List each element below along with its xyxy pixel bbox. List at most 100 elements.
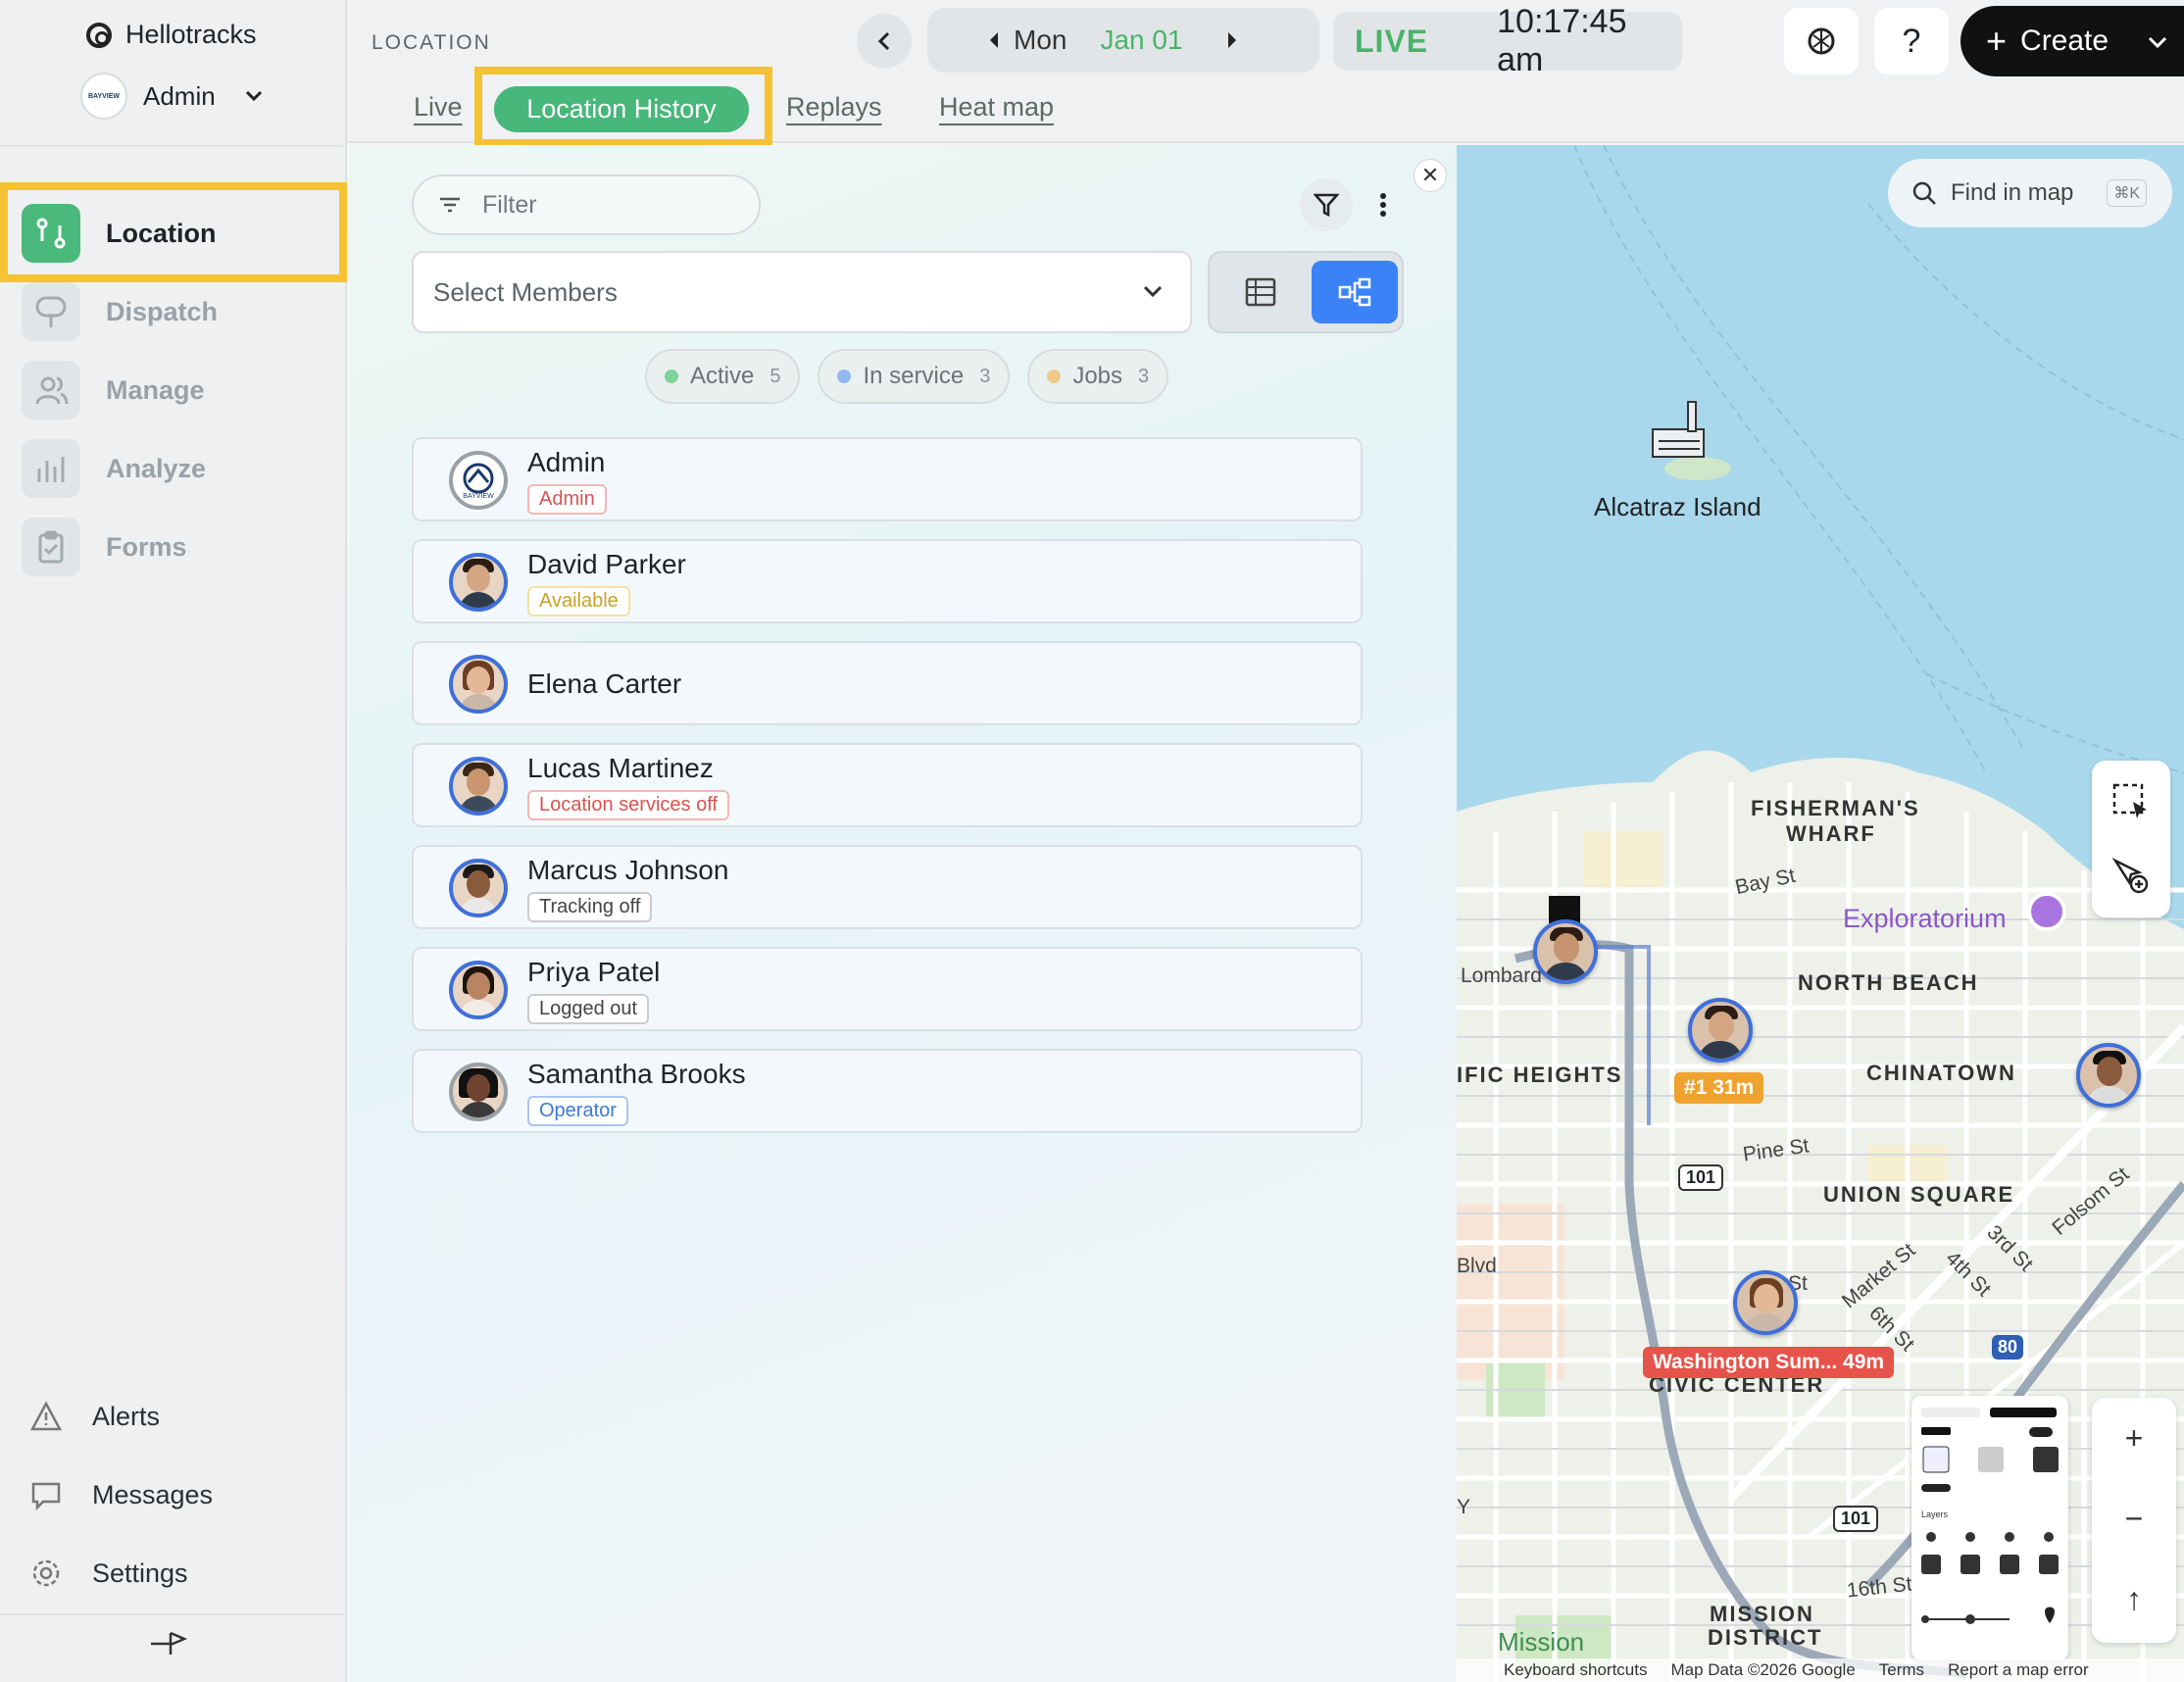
- status-badge: Location services off: [527, 790, 729, 820]
- table-icon: [1245, 277, 1276, 307]
- district-label: WHARF: [1786, 821, 1876, 846]
- hierarchy-icon: [1338, 277, 1371, 307]
- job-tag[interactable]: Washington Sum... 49m: [1643, 1347, 1895, 1378]
- member-row[interactable]: Lucas Martinez Location services off: [412, 743, 1363, 827]
- live-indicator[interactable]: LIVE 10:17:45 am: [1333, 3, 1682, 78]
- member-row[interactable]: David Parker Available: [412, 539, 1363, 623]
- status-dot: [1047, 370, 1062, 383]
- district-label: CHINATOWN: [1866, 1061, 2016, 1085]
- avatar: BAYVIEW: [449, 451, 508, 510]
- date-picker[interactable]: Mon Jan 01: [927, 8, 1319, 73]
- map[interactable]: Alcatraz Island Exploratorium FISHERMAN'…: [1457, 145, 2184, 1682]
- pill-active[interactable]: Active 5: [645, 349, 801, 404]
- pin-sidebar-icon[interactable]: [149, 1629, 188, 1663]
- tab-replays[interactable]: Replays: [786, 92, 882, 123]
- location-history-panel: Filter ✕ Select Members Active 5 In serv…: [349, 145, 1457, 1682]
- add-point-icon[interactable]: [2111, 857, 2151, 901]
- sidebar-item-analyze[interactable]: Analyze: [18, 431, 331, 506]
- ai-assistant-button[interactable]: [1784, 8, 1859, 74]
- member-name: Marcus Johnson: [527, 855, 729, 885]
- pill-label: In service: [863, 363, 965, 389]
- filter-input[interactable]: Filter: [412, 174, 761, 235]
- find-in-map-search[interactable]: Find in map ⌘K: [1888, 159, 2172, 227]
- filter-lines-icon: [440, 197, 460, 213]
- status-badge: Logged out: [527, 994, 650, 1024]
- footer-link[interactable]: Report a map error: [1948, 1660, 2089, 1680]
- pill-in-service[interactable]: In service 3: [818, 349, 1011, 404]
- sidebar-item-settings[interactable]: Settings: [29, 1557, 188, 1590]
- prev-day-icon[interactable]: [988, 25, 1000, 56]
- more-options-button[interactable]: [1357, 178, 1410, 231]
- tab-location-history[interactable]: Location History: [494, 86, 749, 132]
- account-switcher[interactable]: BAYVIEW Admin: [80, 73, 263, 120]
- search-icon: [1912, 181, 1936, 205]
- tab-heat-map[interactable]: Heat map: [939, 92, 1054, 123]
- member-name: Samantha Brooks: [527, 1059, 746, 1089]
- date-value: Jan 01: [1100, 25, 1183, 55]
- create-button[interactable]: + Create: [1961, 6, 2184, 76]
- divider: [0, 145, 343, 147]
- help-button[interactable]: ?: [1874, 8, 1949, 74]
- member-row[interactable]: Samantha Brooks Operator: [412, 1049, 1363, 1133]
- member-map-pin[interactable]: [1688, 998, 1753, 1063]
- clipboard-icon: [22, 518, 80, 576]
- member-map-pin[interactable]: [2076, 1043, 2141, 1108]
- prev-period-button[interactable]: [857, 14, 912, 69]
- sidebar-item-dispatch[interactable]: Dispatch: [18, 274, 331, 349]
- district-label: DISTRICT: [1708, 1625, 1823, 1650]
- member-map-pin[interactable]: [1533, 919, 1598, 984]
- avatar: [449, 757, 508, 816]
- sidebar-item-label: Analyze: [106, 453, 207, 483]
- museum-icon[interactable]: [2027, 892, 2066, 931]
- footer-link[interactable]: Keyboard shortcuts: [1504, 1660, 1647, 1680]
- tab-live[interactable]: Live: [414, 92, 463, 123]
- highway-shield: 80: [1992, 1335, 2024, 1360]
- account-avatar: BAYVIEW: [80, 73, 127, 120]
- zoom-out-button[interactable]: −: [2092, 1478, 2176, 1558]
- sidebar-item-location[interactable]: Location: [18, 196, 331, 271]
- member-name: Admin: [527, 447, 606, 477]
- street-label: Lombard: [1461, 965, 1542, 987]
- divider: [0, 1613, 343, 1615]
- more-vertical-icon: [1380, 193, 1386, 217]
- pill-jobs[interactable]: Jobs 3: [1027, 349, 1169, 404]
- next-day-icon[interactable]: [1226, 25, 1238, 56]
- member-map-pin[interactable]: [1733, 1270, 1798, 1335]
- street-label: Blvd: [1457, 1255, 1497, 1277]
- sidebar-item-label: Forms: [106, 531, 187, 562]
- district-label: MISSION: [1710, 1602, 1814, 1626]
- sidebar-item-forms[interactable]: Forms: [18, 510, 331, 584]
- select-members-dropdown[interactable]: Select Members: [412, 251, 1192, 333]
- job-tag[interactable]: #1 31m: [1674, 1072, 1764, 1104]
- footer-link[interactable]: Terms: [1879, 1660, 1924, 1680]
- table-view-button[interactable]: [1217, 261, 1304, 323]
- sidebar-item-alerts[interactable]: Alerts: [29, 1400, 160, 1433]
- member-row[interactable]: Marcus Johnson Tracking off: [412, 845, 1363, 929]
- area-select-icon[interactable]: [2111, 782, 2151, 826]
- sidebar-item-label: Dispatch: [106, 296, 219, 326]
- close-panel-button[interactable]: ✕: [1414, 159, 1447, 192]
- avatar: [449, 961, 508, 1019]
- member-row[interactable]: Priya Patel Logged out: [412, 947, 1363, 1031]
- section-title: LOCATION: [372, 31, 491, 54]
- member-row[interactable]: BAYVIEW Admin Admin: [412, 437, 1363, 521]
- pill-count: 5: [769, 365, 781, 387]
- member-row[interactable]: Elena Carter: [412, 641, 1363, 725]
- district-label: NORTH BEACH: [1798, 970, 1979, 995]
- brand: Hellotracks: [86, 20, 257, 50]
- warning-icon: [29, 1401, 63, 1431]
- sidebar-item-manage[interactable]: Manage: [18, 353, 331, 427]
- sidebar-item-label: Alerts: [92, 1401, 161, 1431]
- highway-shield: 101: [1833, 1506, 1879, 1532]
- timeline-view-button[interactable]: [1312, 261, 1398, 323]
- pill-count: 3: [1138, 365, 1150, 387]
- sidebar-item-messages[interactable]: Messages: [29, 1478, 213, 1511]
- map-layers-card[interactable]: Layers: [1911, 1396, 2068, 1660]
- landmark-label: Alcatraz Island: [1594, 492, 1762, 521]
- zoom-in-button[interactable]: +: [2092, 1398, 2176, 1478]
- member-name: Elena Carter: [527, 668, 682, 699]
- district-label: IFIC HEIGHTS: [1457, 1063, 1623, 1087]
- filter-button[interactable]: [1300, 178, 1353, 231]
- compass-button[interactable]: ↑: [2092, 1558, 2176, 1639]
- member-name: Lucas Martinez: [527, 753, 714, 783]
